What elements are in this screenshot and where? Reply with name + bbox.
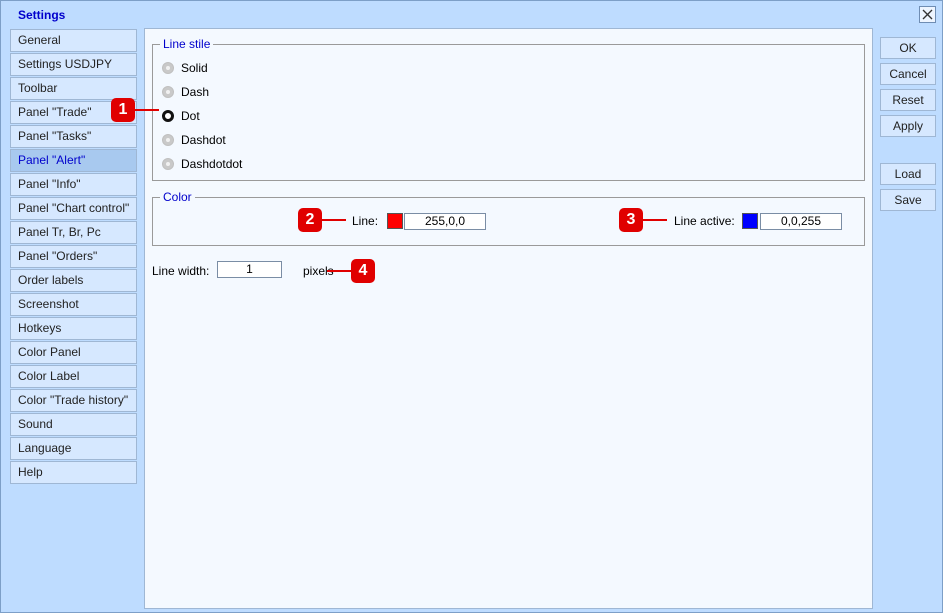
line-width-input[interactable]: 1 [217, 261, 282, 278]
line-width-label: Line width: [152, 264, 210, 278]
line-color-swatch[interactable] [387, 213, 403, 229]
sidebar-item[interactable]: Sound [10, 413, 137, 436]
load-button[interactable]: Load [880, 163, 936, 185]
sidebar-item[interactable]: Panel "Info" [10, 173, 137, 196]
line-style-legend: Line stile [160, 37, 214, 51]
sidebar-item[interactable]: Color Panel [10, 341, 137, 364]
radio-label-solid: Solid [181, 61, 208, 75]
callout-3: 3 [619, 208, 643, 232]
radio-button[interactable] [162, 62, 174, 74]
radio-button-selected[interactable] [162, 110, 174, 122]
callout-1: 1 [111, 98, 135, 122]
color-legend: Color [160, 190, 195, 204]
settings-panel: Line stile Solid Dash Dot Dashdot Dashdo… [144, 28, 873, 609]
sidebar-item[interactable]: Color "Trade history" [10, 389, 137, 412]
callout-3-line [643, 219, 667, 221]
reset-button[interactable]: Reset [880, 89, 936, 111]
callout-1-line [135, 109, 159, 111]
line-style-group: Line stile Solid Dash Dot Dashdot Dashdo… [152, 37, 865, 181]
sidebar-item[interactable]: Toolbar [10, 77, 137, 100]
sidebar-item[interactable]: Help [10, 461, 137, 484]
sidebar-item[interactable]: General [10, 29, 137, 52]
settings-window: Settings General Settings USDJPY Toolbar Pa… [0, 0, 943, 613]
save-button[interactable]: Save [880, 189, 936, 211]
sidebar-item[interactable]: Panel "Tasks" [10, 125, 137, 148]
sidebar-item[interactable]: Panel "Orders" [10, 245, 137, 268]
apply-button[interactable]: Apply [880, 115, 936, 137]
radio-label-dashdot: Dashdot [181, 133, 226, 147]
line-active-color-field[interactable]: 0,0,255 [760, 213, 842, 230]
callout-2-line [322, 219, 346, 221]
sidebar-item[interactable]: Language [10, 437, 137, 460]
callout-2: 2 [298, 208, 322, 232]
sidebar-item[interactable]: Hotkeys [10, 317, 137, 340]
radio-label-dashdotdot: Dashdotdot [181, 157, 243, 171]
sidebar-item[interactable]: Color Label [10, 365, 137, 388]
sidebar-item[interactable]: Order labels [10, 269, 137, 292]
sidebar-item[interactable]: Panel "Chart control" [10, 197, 137, 220]
sidebar-item[interactable]: Screenshot [10, 293, 137, 316]
line-active-color-label: Line active: [674, 214, 735, 228]
line-color-field[interactable]: 255,0,0 [404, 213, 486, 230]
radio-label-dash: Dash [181, 85, 210, 99]
callout-4: 4 [351, 259, 375, 283]
radio-button[interactable] [162, 134, 174, 146]
radio-label-dot: Dot [181, 109, 200, 123]
close-icon [922, 9, 933, 20]
sidebar-item[interactable]: Settings USDJPY [10, 53, 137, 76]
radio-button[interactable] [162, 158, 174, 170]
sidebar-item[interactable]: Panel Tr, Br, Pc [10, 221, 137, 244]
ok-button[interactable]: OK [880, 37, 936, 59]
sidebar-item[interactable]: Panel "Alert" [10, 149, 137, 172]
window-title: Settings [18, 8, 66, 22]
color-group: Color Line: 255,0,0 Line active: 0,0,255 [152, 190, 865, 246]
line-color-label: Line: [352, 214, 379, 228]
callout-4-line [327, 270, 351, 272]
line-active-color-swatch[interactable] [742, 213, 758, 229]
close-button[interactable] [919, 6, 936, 23]
radio-button[interactable] [162, 86, 174, 98]
cancel-button[interactable]: Cancel [880, 63, 936, 85]
